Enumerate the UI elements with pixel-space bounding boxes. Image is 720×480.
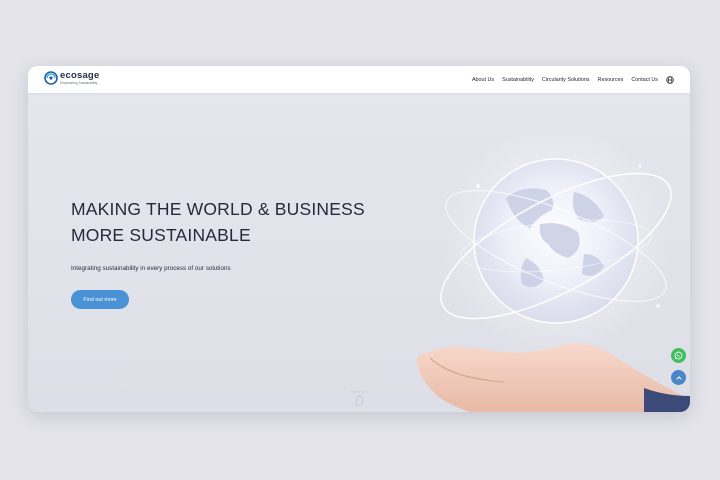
mouse-icon [355, 396, 363, 406]
whatsapp-button[interactable] [671, 348, 686, 363]
browser-frame: ecosage Empowering Sustainability About … [28, 66, 690, 412]
chevron-up-icon [675, 375, 682, 379]
nav-sustainability[interactable]: Sustainability [502, 77, 534, 83]
brand-tagline: Empowering Sustainability [60, 80, 98, 85]
hero-globe-hand-illustration [417, 126, 690, 412]
brand-name: ecosage [60, 70, 100, 82]
hero-subline: Integrating sustainability in every proc… [71, 265, 231, 272]
back-to-top-button[interactable] [671, 370, 686, 385]
main-nav: About Us Sustainability Circularity Solu… [464, 66, 674, 93]
hero-headline-line-1: MAKING THE WORLD & BUSINESS [71, 199, 365, 219]
site-header: ecosage Empowering Sustainability About … [28, 66, 690, 93]
globe-icon[interactable] [666, 75, 674, 84]
hero-headline: MAKING THE WORLD & BUSINESS MORE SUSTAIN… [71, 196, 401, 248]
nav-about-us[interactable]: About Us [472, 77, 494, 83]
hero-headline-line-2: MORE SUSTAINABLE [71, 225, 251, 245]
find-out-more-button[interactable]: Find out more [71, 290, 129, 309]
logo[interactable]: ecosage Empowering Sustainability [44, 71, 99, 85]
scroll-down-hint[interactable]: Scroll Down [346, 390, 372, 406]
nav-circularity-solutions[interactable]: Circularity Solutions [542, 77, 590, 83]
whatsapp-icon [674, 351, 683, 360]
nav-contact-us[interactable]: Contact Us [631, 77, 658, 83]
logo-mark-icon [44, 71, 58, 85]
nav-resources[interactable]: Resources [598, 77, 624, 83]
scroll-down-label: Scroll Down [350, 390, 368, 394]
logo-text: ecosage Empowering Sustainability [60, 71, 99, 85]
